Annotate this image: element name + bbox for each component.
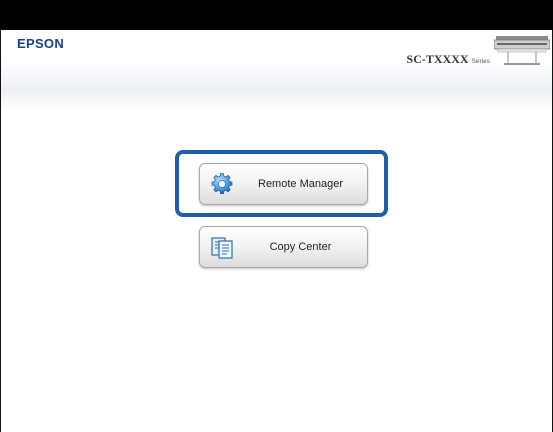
model-series: Series (471, 58, 490, 65)
copy-center-label: Copy Center (269, 241, 332, 253)
document-icon (211, 237, 233, 259)
model-number: SC-TXXXX (406, 52, 469, 66)
copy-center-button[interactable]: Copy Center (199, 226, 368, 268)
page-header: EPSON SC-TXXXX Series (1, 30, 552, 89)
top-bar (0, 0, 553, 30)
header-shadow (1, 88, 552, 110)
selection-highlight (175, 150, 388, 217)
printer-image (494, 36, 550, 65)
model-name: SC-TXXXX Series (407, 52, 490, 67)
brand-logo: EPSON (17, 36, 65, 51)
